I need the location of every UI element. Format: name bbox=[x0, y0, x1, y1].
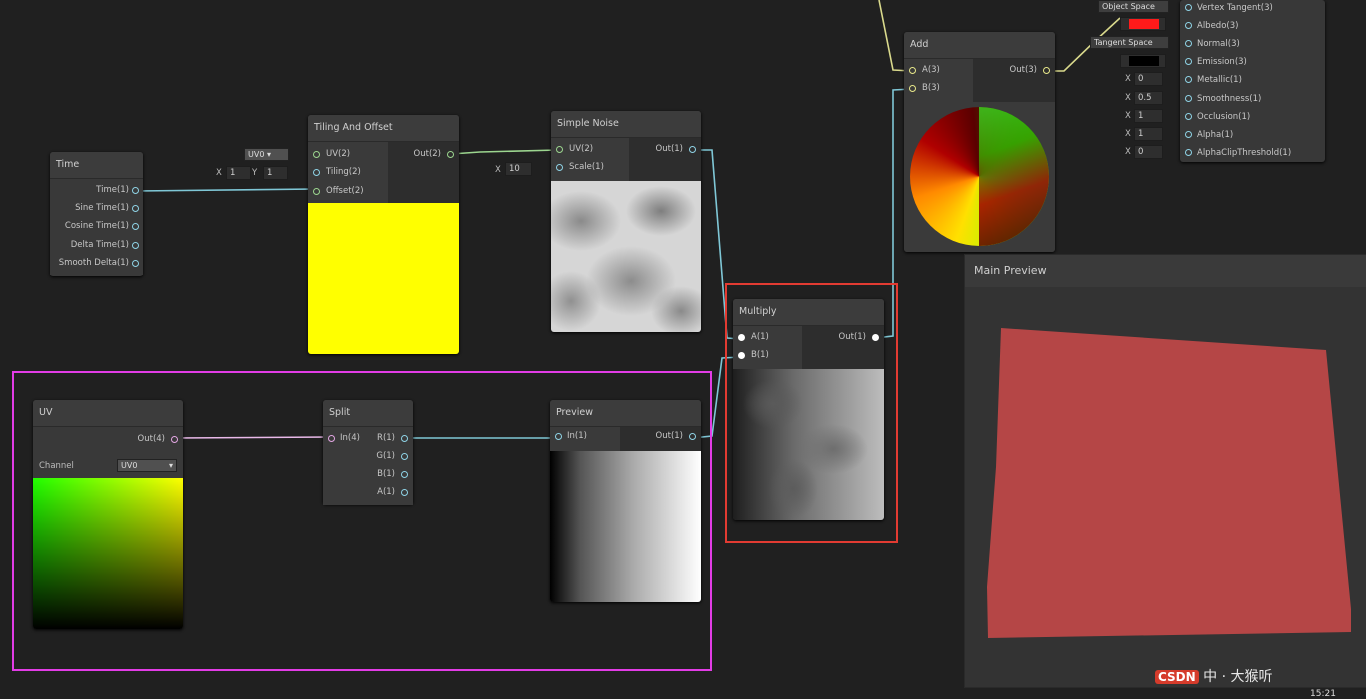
albedo-dot[interactable] bbox=[1185, 22, 1192, 29]
alpha-dot[interactable] bbox=[1185, 131, 1192, 138]
tiling-output[interactable]: Out(2) bbox=[414, 146, 441, 162]
normal-dot[interactable] bbox=[1185, 40, 1192, 47]
tiling-input[interactable]: Tiling(2) bbox=[326, 164, 361, 180]
albedo-color-swatch[interactable] bbox=[1120, 17, 1166, 31]
smoothness-x-label: X bbox=[1125, 93, 1131, 103]
tiling-node-title: Tiling And Offset bbox=[308, 115, 459, 142]
uv-input-dot[interactable] bbox=[313, 151, 320, 158]
delta-time-output[interactable]: Delta Time(1) bbox=[71, 237, 129, 253]
offset-input-dot[interactable] bbox=[313, 188, 320, 195]
smoothness-dot[interactable] bbox=[1185, 95, 1192, 102]
uv-input[interactable]: UV(2) bbox=[326, 146, 350, 162]
simple-noise-node[interactable]: Simple Noise UV(2) Scale(1) Out(1) bbox=[551, 111, 701, 332]
scale-x-label: X bbox=[495, 165, 501, 175]
alpha-port[interactable]: Alpha(1) bbox=[1197, 127, 1233, 143]
time-node[interactable]: Time Time(1) Sine Time(1) Cosine Time(1)… bbox=[50, 152, 143, 276]
tangent-space-dropdown[interactable]: Tangent Space bbox=[1090, 36, 1169, 49]
smoothness-field[interactable]: 0.5 bbox=[1134, 91, 1163, 105]
noise-scale-dot[interactable] bbox=[556, 164, 563, 171]
albedo-color-fill bbox=[1129, 19, 1159, 29]
main-preview-title: Main Preview bbox=[965, 255, 1366, 287]
occlusion-field[interactable]: 1 bbox=[1134, 109, 1163, 123]
cosine-time-dot[interactable] bbox=[132, 223, 139, 230]
master-node[interactable]: Vertex Tangent(3) Albedo(3) Normal(3) Em… bbox=[1180, 0, 1325, 162]
smoothness-port[interactable]: Smoothness(1) bbox=[1197, 91, 1261, 107]
alpha-clip-dot[interactable] bbox=[1185, 149, 1192, 156]
add-output[interactable]: Out(3) bbox=[1010, 62, 1037, 78]
add-node[interactable]: Add A(3) B(3) Out(3) bbox=[904, 32, 1055, 252]
watermark-text: 中 · 大猴听 bbox=[1203, 669, 1273, 685]
object-space-dropdown[interactable]: Object Space bbox=[1098, 0, 1169, 13]
tiling-preview bbox=[308, 203, 459, 354]
add-output-dot[interactable] bbox=[1043, 67, 1050, 74]
add-a-dot[interactable] bbox=[909, 67, 916, 74]
add-b-input[interactable]: B(3) bbox=[922, 80, 940, 96]
alpha-clip-port[interactable]: AlphaClipThreshold(1) bbox=[1197, 145, 1291, 161]
alpha-field[interactable]: 1 bbox=[1134, 127, 1163, 141]
offset-input[interactable]: Offset(2) bbox=[326, 183, 364, 199]
watermark: CSDN 中 · 大猴听 bbox=[1155, 666, 1273, 688]
time-output[interactable]: Time(1) bbox=[96, 182, 129, 198]
add-b-dot[interactable] bbox=[909, 85, 916, 92]
main-preview-mesh bbox=[987, 328, 1351, 638]
alpha-x-label: X bbox=[1125, 129, 1131, 139]
time-node-title: Time bbox=[50, 152, 143, 179]
add-a-input[interactable]: A(3) bbox=[922, 62, 940, 78]
metallic-field[interactable]: 0 bbox=[1134, 72, 1163, 86]
noise-uv-dot[interactable] bbox=[556, 146, 563, 153]
wire-time-offset bbox=[135, 188, 317, 192]
multiply-highlight-box bbox=[725, 283, 898, 543]
noise-uv-input[interactable]: UV(2) bbox=[569, 141, 593, 157]
sine-time-dot[interactable] bbox=[132, 205, 139, 212]
noise-node-title: Simple Noise bbox=[551, 111, 701, 138]
time-output-dot[interactable] bbox=[132, 187, 139, 194]
uv-select-dropdown[interactable]: UV0 ▾ bbox=[244, 148, 289, 161]
emission-port[interactable]: Emission(3) bbox=[1197, 54, 1247, 70]
noise-preview bbox=[551, 181, 701, 332]
emission-color-swatch[interactable] bbox=[1120, 54, 1166, 68]
tiling-offset-node[interactable]: Tiling And Offset UV(2) Tiling(2) Offset… bbox=[308, 115, 459, 354]
tiling-y-field[interactable]: 1 bbox=[263, 166, 288, 180]
metallic-x-label: X bbox=[1125, 74, 1131, 84]
tiling-output-dot[interactable] bbox=[447, 151, 454, 158]
taskbar-clock: 15:21 bbox=[1310, 689, 1336, 699]
sine-time-output[interactable]: Sine Time(1) bbox=[75, 200, 129, 216]
wire-tiling-noise bbox=[450, 149, 559, 155]
cosine-time-output[interactable]: Cosine Time(1) bbox=[65, 218, 129, 234]
normal-port[interactable]: Normal(3) bbox=[1197, 36, 1240, 52]
add-node-title: Add bbox=[904, 32, 1055, 59]
occlusion-dot[interactable] bbox=[1185, 113, 1192, 120]
tiling-input-dot[interactable] bbox=[313, 169, 320, 176]
albedo-port[interactable]: Albedo(3) bbox=[1197, 18, 1238, 34]
emission-dot[interactable] bbox=[1185, 58, 1192, 65]
smooth-delta-dot[interactable] bbox=[132, 260, 139, 267]
delta-time-dot[interactable] bbox=[132, 242, 139, 249]
smooth-delta-output[interactable]: Smooth Delta(1) bbox=[59, 255, 129, 271]
tiling-x-field[interactable]: 1 bbox=[226, 166, 251, 180]
main-preview-panel[interactable]: Main Preview bbox=[964, 254, 1366, 688]
vertex-tangent-dot[interactable] bbox=[1185, 4, 1192, 11]
metallic-port[interactable]: Metallic(1) bbox=[1197, 72, 1242, 88]
tiling-x-label: X bbox=[216, 168, 222, 178]
clip-field[interactable]: 0 bbox=[1134, 145, 1163, 159]
emission-color-fill bbox=[1129, 56, 1159, 66]
csdn-logo: CSDN bbox=[1155, 670, 1199, 684]
vertex-tangent-port[interactable]: Vertex Tangent(3) bbox=[1197, 0, 1273, 16]
noise-output-dot[interactable] bbox=[689, 146, 696, 153]
occlusion-x-label: X bbox=[1125, 111, 1131, 121]
noise-scale-input[interactable]: Scale(1) bbox=[569, 159, 604, 175]
tiling-y-label: Y bbox=[252, 168, 258, 178]
occlusion-port[interactable]: Occlusion(1) bbox=[1197, 109, 1250, 125]
clip-x-label: X bbox=[1125, 147, 1131, 157]
uv-group-highlight-box bbox=[12, 371, 712, 671]
metallic-dot[interactable] bbox=[1185, 76, 1192, 83]
scale-field[interactable]: 10 bbox=[505, 162, 532, 176]
noise-output[interactable]: Out(1) bbox=[656, 141, 683, 157]
